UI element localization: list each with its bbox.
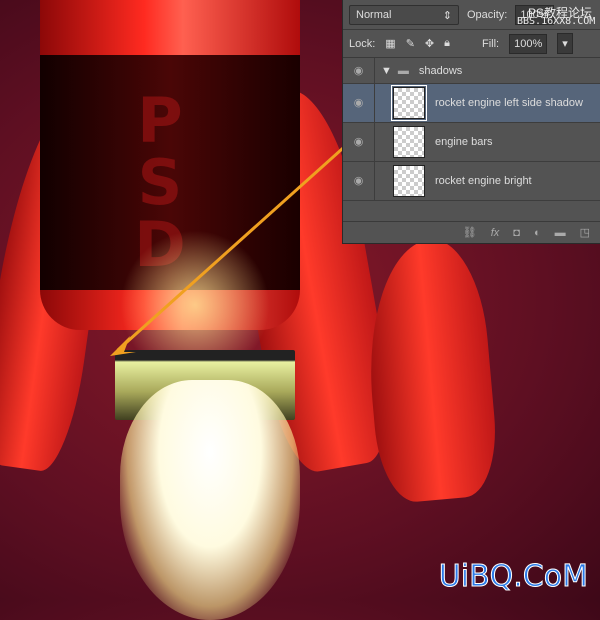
eye-icon[interactable]: ◉: [343, 58, 375, 83]
layer-row[interactable]: ◉ rocket engine bright: [343, 162, 600, 201]
fill-input[interactable]: 100%: [509, 33, 548, 54]
updown-icon: ⇕: [442, 9, 452, 22]
layer-thumbnail: [393, 165, 425, 197]
fill-label: Fill:: [482, 37, 500, 50]
lock-transparent-icon[interactable]: ▦: [385, 37, 395, 50]
lock-label: Lock:: [349, 37, 376, 50]
layer-row[interactable]: ◉ engine bars: [343, 123, 600, 162]
layer-thumbnail: [391, 85, 427, 121]
lock-brush-icon[interactable]: ✎: [406, 37, 415, 50]
eye-icon[interactable]: ◉: [343, 123, 375, 161]
fill-dropdown[interactable]: ▾: [557, 33, 573, 54]
eye-icon[interactable]: ◉: [343, 84, 375, 122]
layer-row[interactable]: ◉ rocket engine left side shadow: [343, 84, 600, 123]
new-layer-icon[interactable]: ◳: [580, 226, 590, 239]
lock-move-icon[interactable]: ✥: [425, 37, 434, 50]
expand-triangle-icon[interactable]: ▼: [381, 65, 392, 77]
blend-mode-select[interactable]: Normal ⇕: [349, 4, 459, 25]
opacity-label: Opacity:: [467, 8, 508, 21]
lock-all-icon[interactable]: 🔒︎: [444, 37, 450, 50]
site-logo: UiBQ.CoM: [438, 559, 588, 595]
adjustment-icon[interactable]: ◐: [534, 227, 541, 239]
link-icon[interactable]: ⛓: [463, 226, 477, 239]
layer-thumbnail: [393, 126, 425, 158]
layer-group-shadows[interactable]: ◉ ▼ ▬ shadows: [343, 58, 600, 84]
layers-panel: Normal ⇕ Opacity: 100% Lock: ▦ ✎ ✥ 🔒︎ Fil…: [342, 0, 600, 244]
mask-icon[interactable]: ◘: [513, 227, 520, 239]
watermark-url: BBS.16XX8.COM: [517, 16, 596, 27]
new-group-icon[interactable]: ▬: [555, 227, 566, 239]
eye-icon[interactable]: ◉: [343, 162, 375, 200]
folder-icon: ▬: [397, 64, 409, 77]
fx-icon[interactable]: fx: [491, 227, 500, 239]
